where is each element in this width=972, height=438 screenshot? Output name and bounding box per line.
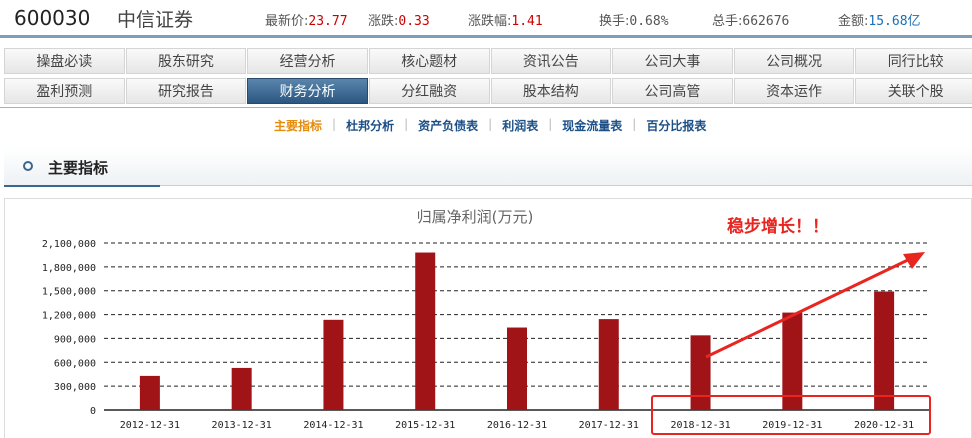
bar: [507, 327, 527, 410]
annotation-text: 稳步增长！！: [727, 216, 829, 237]
bar: [139, 375, 160, 410]
x-tick-label: 2013-12-31: [212, 420, 272, 431]
y-tick-label: 1,200,000: [42, 311, 96, 322]
y-tick-label: 1,800,000: [42, 263, 96, 274]
bar: [323, 319, 344, 410]
y-tick-label: 600,000: [54, 358, 96, 369]
bar: [231, 367, 252, 410]
x-tick-label: 2018-12-31: [670, 420, 730, 431]
x-tick-label: 2015-12-31: [395, 420, 455, 431]
x-tick-label: 2017-12-31: [579, 420, 639, 431]
x-tick-label: 2012-12-31: [120, 420, 180, 431]
bar: [874, 291, 895, 410]
x-tick-label: 2020-12-31: [854, 420, 914, 431]
net-profit-bar-chart: 归属净利润(万元) 0 300,000 600,000 900,000 1,200,000…: [42, 208, 931, 435]
x-tick-label: 2019-12-31: [762, 420, 822, 431]
y-tick-label: 1,500,000: [42, 287, 96, 298]
y-tick-label: 0: [90, 406, 96, 417]
x-tick-label: 2014-12-31: [303, 420, 363, 431]
bar: [415, 252, 436, 410]
bar: [598, 319, 619, 410]
x-tick-label: 2016-12-31: [487, 420, 547, 431]
y-tick-label: 300,000: [54, 382, 96, 393]
y-tick-label: 900,000: [54, 334, 96, 345]
bar: [690, 335, 711, 410]
y-tick-label: 2,100,000: [42, 239, 96, 250]
chart-title: 归属净利润(万元): [417, 208, 534, 226]
